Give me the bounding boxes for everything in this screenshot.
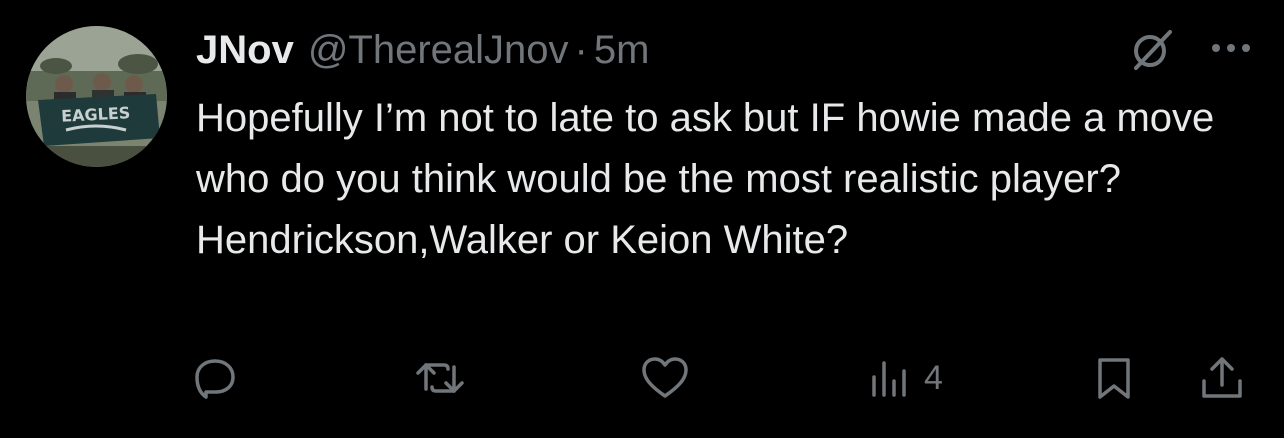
views-button[interactable]: 4 xyxy=(870,348,943,408)
repost-icon xyxy=(416,363,464,393)
separator-dot: · xyxy=(574,27,588,72)
reply-icon xyxy=(195,359,235,399)
author-name[interactable]: JNov xyxy=(196,28,294,73)
avatar[interactable]: EAGLES xyxy=(26,26,167,167)
grok-icon[interactable] xyxy=(1128,28,1176,72)
avatar-banner-text: EAGLES xyxy=(61,103,131,126)
heart-icon xyxy=(642,357,688,398)
avatar-image: EAGLES xyxy=(26,26,167,167)
tweet: EAGLES JNov @TherealJnov · 5m Hopefully … xyxy=(0,0,1284,438)
repost-button[interactable] xyxy=(414,348,466,408)
like-button[interactable] xyxy=(640,348,690,408)
timestamp[interactable]: 5m xyxy=(594,28,650,73)
share-button[interactable] xyxy=(1200,348,1244,408)
more-icon[interactable] xyxy=(1208,36,1254,60)
author-handle[interactable]: @TherealJnov xyxy=(308,28,569,73)
post-text: Hopefully I’m not to late to ask but IF … xyxy=(196,96,1215,262)
share-icon xyxy=(1202,357,1242,398)
action-bar: 4 xyxy=(0,348,1284,408)
views-icon xyxy=(872,361,906,397)
bookmark-icon xyxy=(1098,358,1130,399)
bookmark-button[interactable] xyxy=(1096,348,1132,408)
post-header: JNov @TherealJnov · 5m xyxy=(196,26,649,74)
views-count: 4 xyxy=(924,358,943,397)
reply-button[interactable] xyxy=(192,348,238,408)
